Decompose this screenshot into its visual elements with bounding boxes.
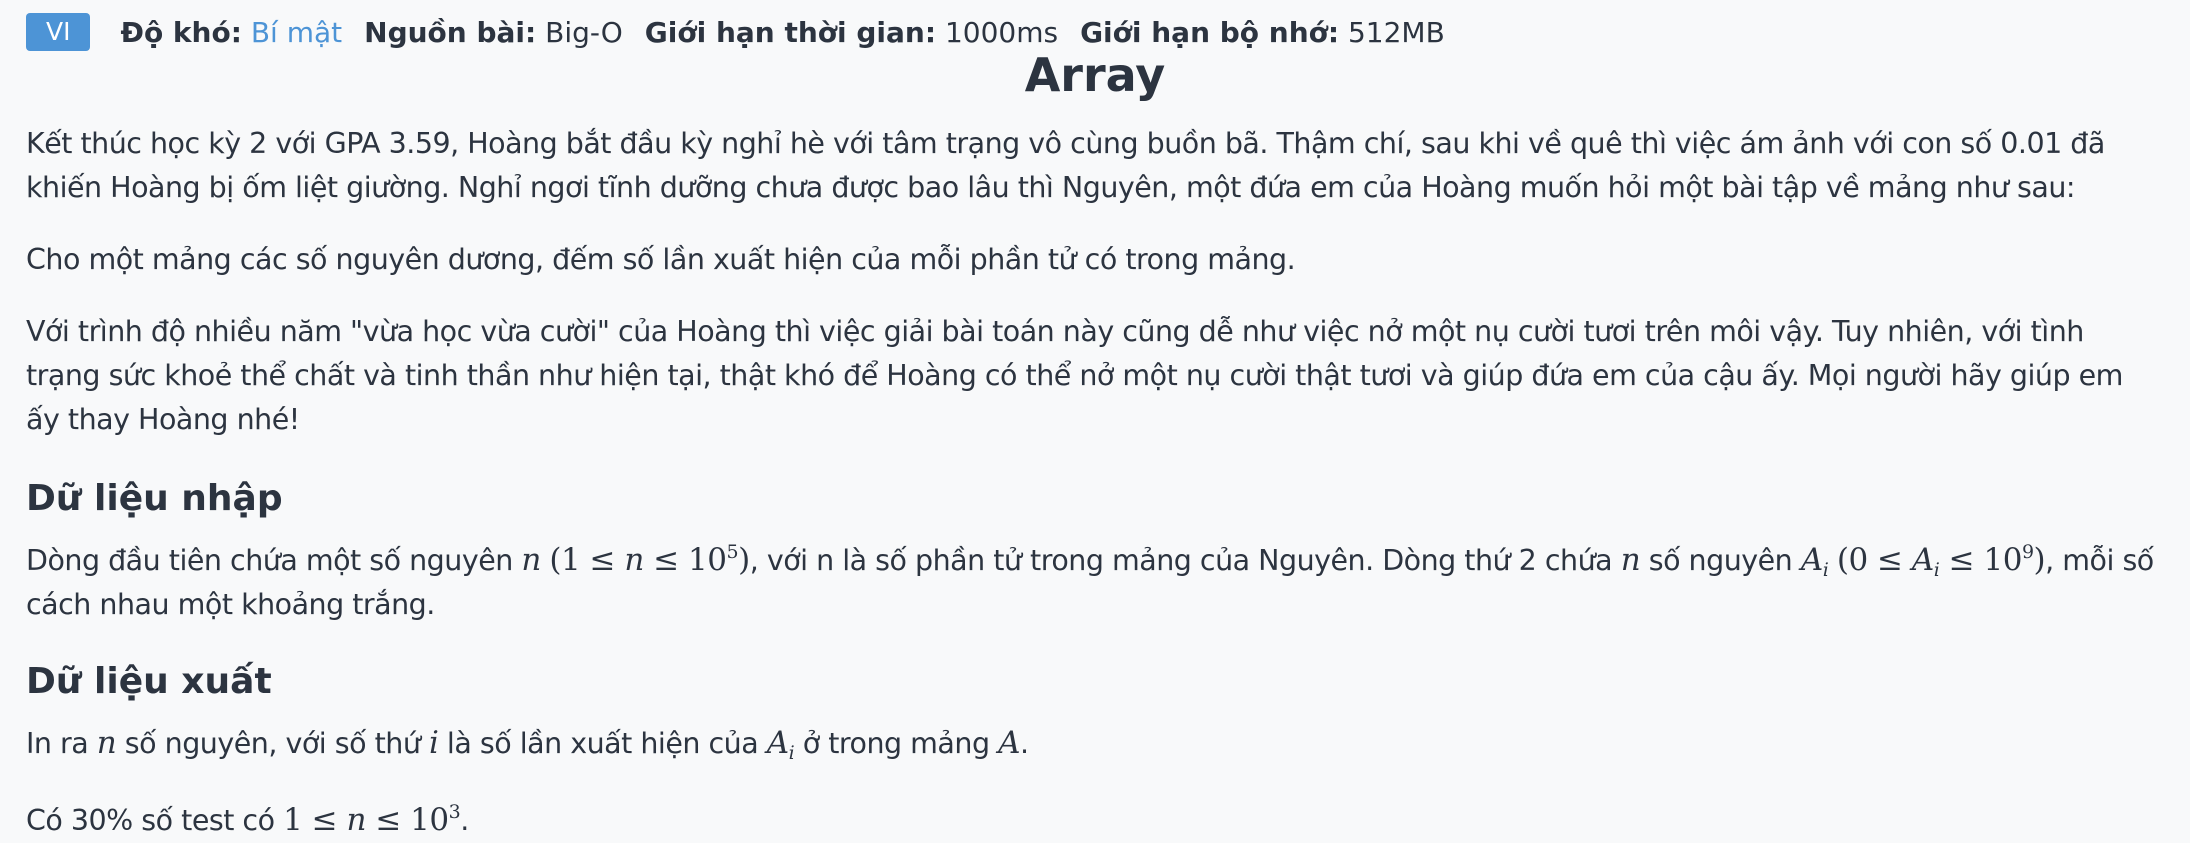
input-text-3: số nguyên (1640, 544, 1801, 577)
source-label: Nguồn bài: (364, 15, 537, 49)
memory-limit-value: 512MB (1347, 15, 1445, 49)
problem-title: Array (1024, 48, 1166, 102)
output-text-1: In ra (26, 727, 97, 760)
statement-paragraph-2: Cho một mảng các số nguyên dương, đếm số… (26, 243, 1296, 276)
constraint-text-2: . (460, 804, 469, 837)
output-text-4: ở trong mảng (794, 727, 999, 760)
output-description: In ra n số nguyên, với số thứ i là số lầ… (26, 721, 2164, 766)
input-section-heading: Dữ liệu nhập (26, 478, 283, 519)
output-text-5: . (1020, 727, 1029, 760)
memory-limit-label: Giới hạn bộ nhớ: (1080, 15, 1340, 49)
difficulty-label: Độ khó: (120, 15, 242, 49)
constraint-note: Có 30% số test có 1 ≤ n ≤ 103. (26, 798, 2164, 843)
statement-paragraph-3: Với trình độ nhiều năm "vừa học vừa cười… (26, 315, 2123, 436)
math-ai: Ai (766, 725, 795, 764)
output-text-3: là số lần xuất hiện của (438, 727, 767, 760)
source-value: Big-O (545, 15, 623, 49)
problem-statement: Kết thúc học kỳ 2 với GPA 3.59, Hoàng bắ… (26, 122, 2164, 843)
math-i: i (428, 725, 439, 761)
time-limit-label: Giới hạn thời gian: (644, 15, 937, 49)
math-constraint: 1 ≤ n ≤ 103 (283, 801, 461, 838)
source-info: Nguồn bài: Big-O (364, 16, 623, 49)
memory-limit-info: Giới hạn bộ nhớ: 512MB (1080, 16, 1445, 49)
input-description: Dòng đầu tiên chứa một số nguyên n (1 ≤ … (26, 538, 2164, 627)
math-n: n (521, 542, 541, 578)
statement-paragraph-1: Kết thúc học kỳ 2 với GPA 3.59, Hoàng bắ… (26, 127, 2105, 204)
problem-meta-bar: VI Độ khó: Bí mật Nguồn bài: Big-O Giới … (26, 12, 1467, 52)
problem-page: VI Độ khó: Bí mật Nguồn bài: Big-O Giới … (0, 0, 2190, 838)
difficulty-value-link[interactable]: Bí mật (251, 16, 342, 49)
math-n: n (96, 725, 117, 761)
difficulty-info: Độ khó: Bí mật (120, 16, 342, 49)
math-n: n (1620, 542, 1641, 578)
input-text-1: Dòng đầu tiên chứa một số nguyên (26, 544, 522, 577)
output-section-heading: Dữ liệu xuất (26, 661, 272, 702)
math-ai-range: (0 ≤ Ai ≤ 109) (1836, 541, 2046, 581)
math-ai: Ai (1800, 542, 1829, 581)
constraint-text-1: Có 30% số test có (26, 804, 284, 837)
input-text-2: , với n là số phần tử trong mảng của Ngu… (749, 544, 1621, 577)
time-limit-info: Giới hạn thời gian: 1000ms (645, 16, 1058, 49)
time-limit-value: 1000ms (944, 15, 1059, 49)
language-badge[interactable]: VI (26, 13, 91, 51)
math-n-range: (1 ≤ n ≤ 105) (549, 541, 750, 578)
math-array-a: A (998, 725, 1021, 761)
output-text-2: số nguyên, với số thứ (116, 727, 429, 760)
